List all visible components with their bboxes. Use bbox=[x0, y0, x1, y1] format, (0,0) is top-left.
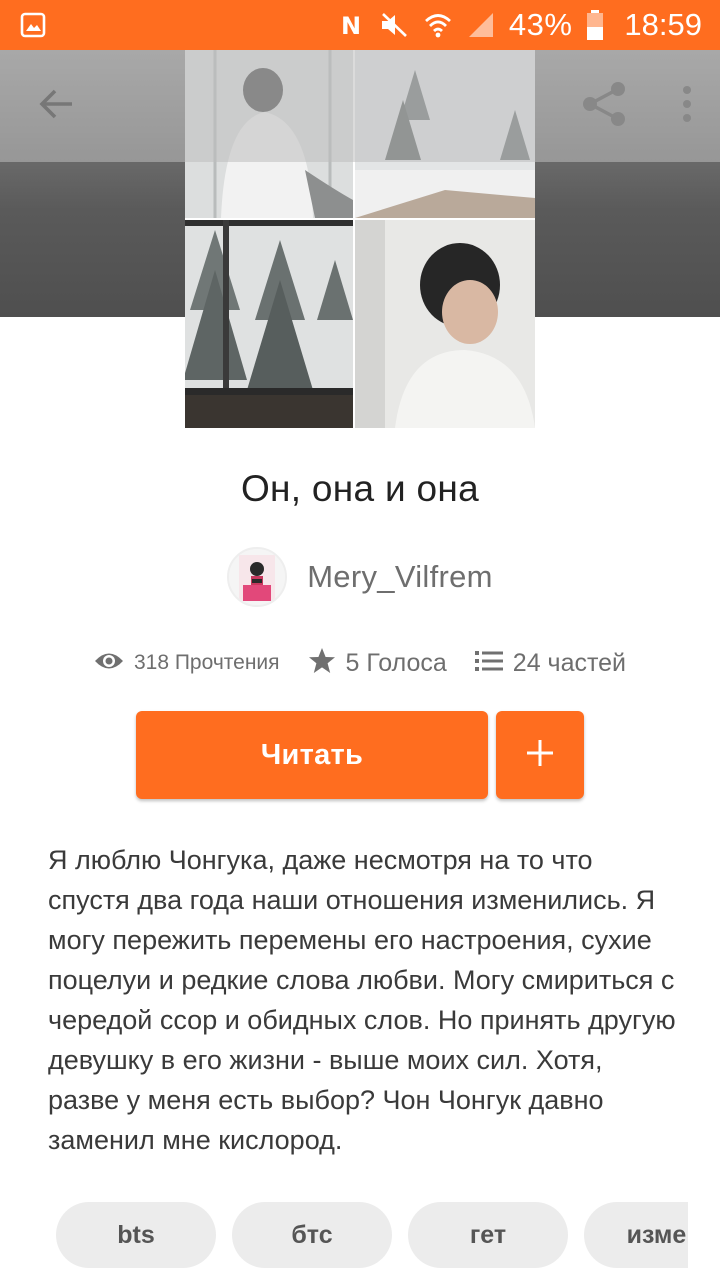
tag-chip[interactable]: гет bbox=[408, 1202, 568, 1268]
share-button[interactable] bbox=[576, 78, 632, 134]
story-details-screen: N 43% 18:59 Он, она и она Mery_Vilfrem 3… bbox=[0, 0, 720, 1280]
tag-chip[interactable]: измен bbox=[584, 1202, 688, 1268]
mute-icon bbox=[379, 11, 409, 39]
votes-stat: 5 Голоса bbox=[308, 647, 447, 680]
more-options-button[interactable] bbox=[672, 78, 702, 134]
list-icon bbox=[474, 650, 503, 677]
reads-stat: 318 Прочтения bbox=[94, 650, 280, 677]
status-bar: N 43% 18:59 bbox=[0, 0, 720, 50]
add-to-library-button[interactable] bbox=[496, 711, 584, 799]
nfc-icon: N bbox=[339, 11, 365, 39]
parts-count: 24 частей bbox=[512, 648, 627, 677]
battery-icon bbox=[586, 9, 604, 41]
tag-chip[interactable]: бтс bbox=[232, 1202, 392, 1268]
more-vertical-icon bbox=[681, 84, 693, 129]
read-button[interactable]: Читать bbox=[136, 711, 488, 799]
clock: 18:59 bbox=[624, 7, 702, 42]
svg-text:N: N bbox=[341, 12, 361, 39]
author-name[interactable]: Mery_Vilfrem bbox=[307, 559, 493, 595]
story-stats: 318 Прочтения 5 Голоса 24 частей bbox=[0, 642, 720, 684]
votes-count: 5 Голоса bbox=[345, 648, 447, 677]
parts-stat: 24 частей bbox=[474, 648, 627, 678]
back-arrow-icon bbox=[36, 84, 76, 129]
tag-list: btsбтсгетизмен bbox=[56, 1202, 688, 1268]
gallery-icon bbox=[20, 12, 46, 38]
story-description: Я люблю Чонгука, даже несмотря на то что… bbox=[48, 845, 676, 1155]
top-toolbar bbox=[0, 50, 720, 162]
signal-icon bbox=[467, 11, 495, 39]
eye-icon bbox=[94, 650, 124, 677]
share-icon bbox=[578, 78, 630, 135]
wifi-icon bbox=[423, 11, 453, 39]
tag-chip[interactable]: bts bbox=[56, 1202, 216, 1268]
battery-percent: 43% bbox=[508, 7, 573, 42]
author-row[interactable]: Mery_Vilfrem bbox=[0, 547, 720, 607]
star-icon bbox=[308, 647, 336, 680]
back-button[interactable] bbox=[28, 78, 84, 134]
author-avatar[interactable] bbox=[227, 547, 288, 607]
reads-count: 318 Прочтения bbox=[133, 651, 280, 674]
plus-icon bbox=[526, 739, 554, 772]
story-title: Он, она и она bbox=[240, 468, 480, 509]
